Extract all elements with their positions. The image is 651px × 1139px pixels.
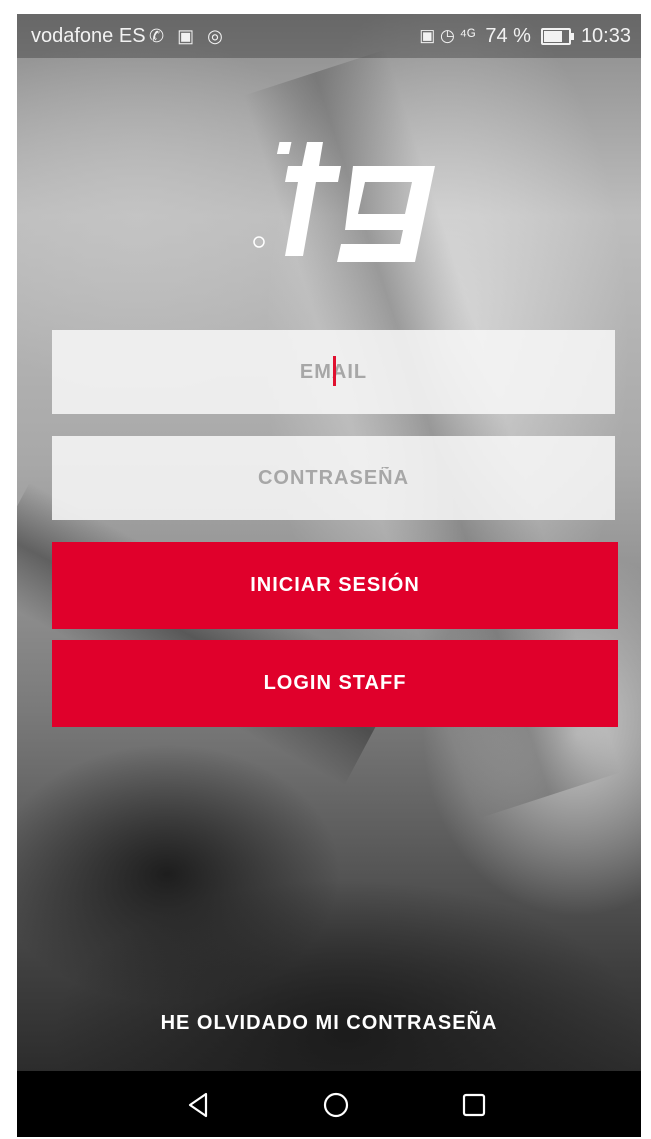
- status-right: ▣ ◷ ⁴ᴳ 74 % 10:33: [419, 14, 631, 58]
- battery-icon: [540, 27, 574, 45]
- logo-graphic: [253, 142, 435, 262]
- password-input[interactable]: [52, 436, 615, 520]
- back-triangle-icon[interactable]: [177, 1083, 221, 1127]
- recent-apps-square-icon[interactable]: [452, 1083, 496, 1127]
- navigation-bar: [17, 1071, 641, 1137]
- battery-percent: 74 %: [485, 25, 531, 47]
- staff-login-button[interactable]: LOGIN STAFF: [52, 640, 618, 727]
- carrier-name: vodafone ES: [31, 25, 146, 47]
- clock: 10:33: [580, 25, 631, 47]
- status-bar: vodafone ES ✆ ▣ ◎ ▣ ◷ ⁴ᴳ 74 % 10:33: [17, 14, 641, 58]
- tg-logo-icon: [245, 116, 445, 266]
- login-button[interactable]: INICIAR SESIÓN: [52, 542, 618, 629]
- battery-fill: [543, 30, 562, 42]
- text-cursor: [333, 356, 336, 386]
- notification-icons: ✆ ▣ ◎: [149, 26, 227, 46]
- phone-screen: vodafone ES ✆ ▣ ◎ ▣ ◷ ⁴ᴳ 74 % 10:33 INIC…: [17, 14, 641, 1137]
- forgot-password-link[interactable]: HE OLVIDADO MI CONTRASEÑA: [17, 1012, 641, 1035]
- home-circle-icon[interactable]: [314, 1083, 358, 1127]
- system-icons: ▣ ◷ ⁴ᴳ: [419, 26, 476, 45]
